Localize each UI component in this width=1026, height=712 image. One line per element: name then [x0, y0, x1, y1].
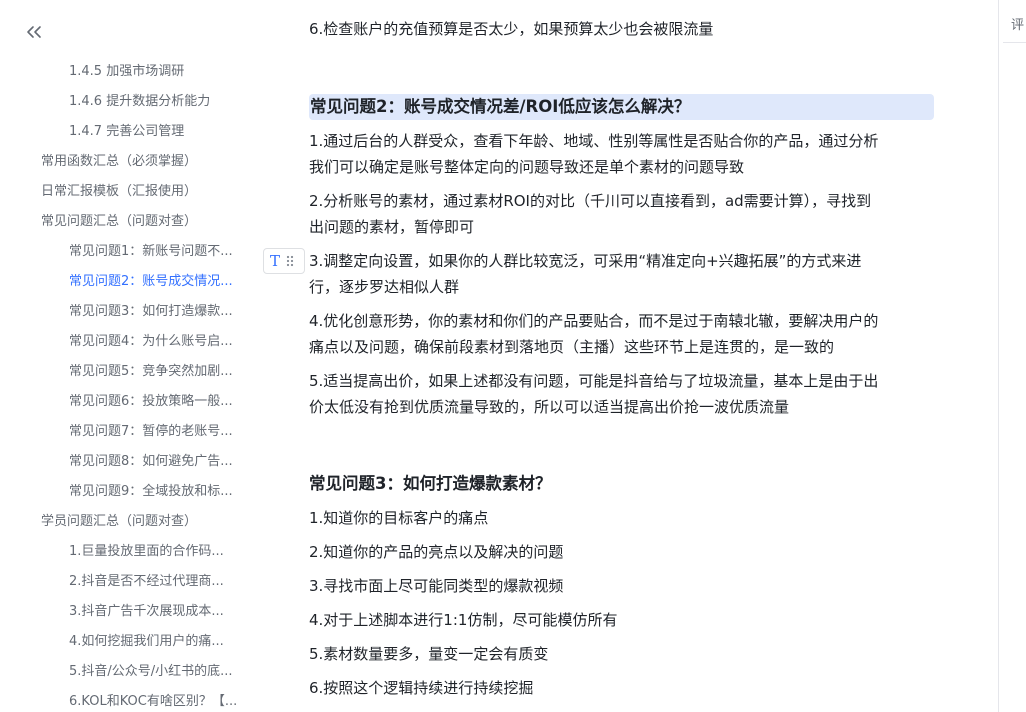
toc-item[interactable]: 学员问题汇总（问题对查）: [41, 512, 256, 532]
heading-q2: 常见问题2：账号成交情况差/ROI低应该怎么解决？: [309, 94, 934, 120]
toc-item[interactable]: 常见问题9：全域投放和标...: [69, 482, 247, 502]
q2-item-1: 1.通过后台的人群受众，查看下年龄、地域、性别等属性是否贴合你的产品，通过分析我…: [309, 132, 879, 176]
heading-q3: 常见问题3：如何打造爆款素材？: [309, 474, 552, 493]
toc-item[interactable]: 常见问题6：投放策略一般...: [69, 392, 247, 412]
q3-item-3: 3.寻找市面上尽可能同类型的爆款视频: [309, 577, 564, 595]
toc-item[interactable]: 常见问题8：如何避免广告...: [69, 452, 247, 472]
toc-item[interactable]: 常见问题汇总（问题对查）: [41, 212, 256, 232]
toc-item[interactable]: 1.4.5 加强市场调研: [69, 62, 247, 82]
q2-item-4: 4.优化创意形势，你的素材和你们的产品要贴合，而不是过于南辕北辙，要解决用户的痛…: [309, 312, 879, 356]
toc-item[interactable]: 2.抖音是否不经过代理商...: [69, 572, 247, 592]
toc-item[interactable]: 常见问题5：竞争突然加剧...: [69, 362, 247, 382]
q3-item-5: 5.素材数量要多，量变一定会有质变: [309, 645, 549, 663]
toc-item[interactable]: 6.KOL和KOC有啥区别？【...: [69, 692, 247, 712]
double-chevron-left-icon[interactable]: [24, 22, 44, 42]
toc-sidebar: 1.4.5 加强市场调研 1.4.6 提升数据分析能力 1.4.7 完善公司管理常用…: [0, 0, 262, 712]
toc-item[interactable]: 常见问题7：暂停的老账号...: [69, 422, 247, 442]
toc-item[interactable]: 1.4.7 完善公司管理: [69, 122, 247, 142]
toc-item[interactable]: 3.抖音广告千次展现成本...: [69, 602, 247, 622]
q3-item-1: 1.知道你的目标客户的痛点: [309, 509, 489, 527]
q3-item-6: 6.按照这个逻辑持续进行持续挖掘: [309, 679, 534, 697]
q2-item-5: 5.适当提高出价，如果上述都没有问题，可能是抖音给与了垃圾流量，基本上是由于出价…: [309, 372, 879, 416]
toc-item[interactable]: 1.4.6 提升数据分析能力: [69, 92, 247, 112]
toc-item[interactable]: 5.抖音/公众号/小红书的底...: [69, 662, 247, 682]
toc-item[interactable]: 常见问题2：账号成交情况...: [69, 272, 247, 292]
toc-item[interactable]: 日常汇报模板（汇报使用）: [41, 182, 256, 202]
right-panel: 评: [998, 0, 1026, 712]
tab-divider: [1003, 42, 1026, 43]
q3-item-2: 2.知道你的产品的亮点以及解决的问题: [309, 543, 564, 561]
toc-item[interactable]: 常见问题4：为什么账号启...: [69, 332, 247, 352]
q2-item-2: 2.分析账号的素材，通过素材ROI的对比（千川可以直接看到，ad需要计算），寻找…: [309, 192, 872, 236]
block-toolbar[interactable]: T: [263, 248, 305, 274]
q3-item-4: 4.对于上述脚本进行1:1仿制，尽可能模仿所有: [309, 611, 618, 629]
comments-tab[interactable]: 评: [1011, 14, 1024, 33]
drag-handle-icon[interactable]: [286, 255, 295, 267]
toc-item[interactable]: 常见问题1：新账号问题不...: [69, 242, 247, 262]
text-type-icon[interactable]: T: [270, 253, 280, 269]
q2-item-3: 3.调整定向设置，如果你的人群比较宽泛，可采用“精准定向+兴趣拓展”的方式来进行…: [309, 252, 862, 296]
toc-item[interactable]: 常用函数汇总（必须掌握）: [41, 152, 256, 172]
toc-item[interactable]: 1.巨量投放里面的合作码...: [69, 542, 247, 562]
toc-item[interactable]: 4.如何挖掘我们用户的痛...: [69, 632, 247, 652]
toc-item[interactable]: 常见问题3：如何打造爆款...: [69, 302, 247, 322]
paragraph-budget: 6.检查账户的充值预算是否太少，如果预算太少也会被限流量: [309, 20, 714, 38]
